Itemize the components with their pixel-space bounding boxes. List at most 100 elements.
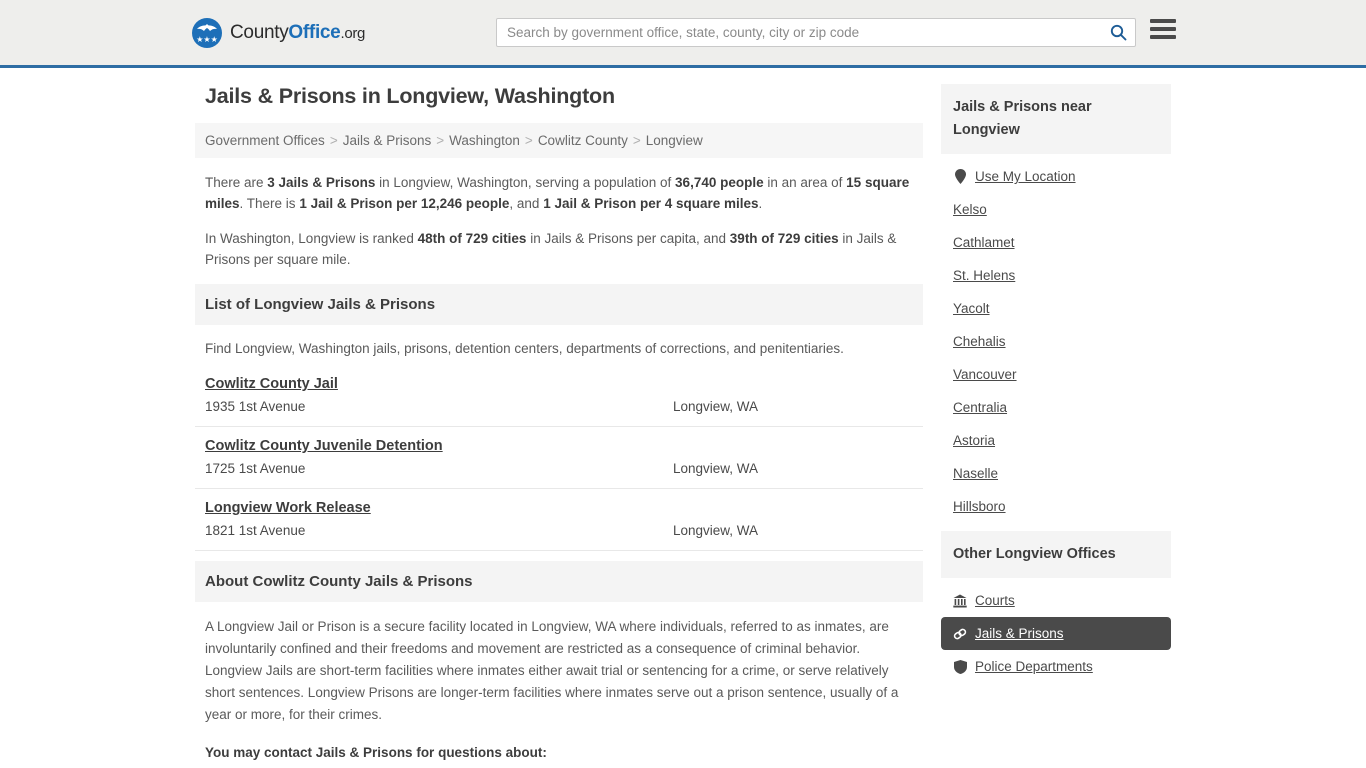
sidebar-item-hillsboro[interactable]: Hillsboro <box>941 490 1171 523</box>
sidebar-item-cathlamet[interactable]: Cathlamet <box>941 226 1171 259</box>
other-office-label[interactable]: Jails & Prisons <box>975 626 1064 641</box>
brand-part-tld: .org <box>340 24 366 42</box>
intro-text: , and <box>509 196 544 211</box>
sidebar-item-jails-prisons[interactable]: Jails & Prisons <box>941 617 1171 650</box>
other-offices-panel: Other Longview Offices Courts Jails & Pr… <box>941 531 1171 683</box>
site-logo[interactable]: ★★★ CountyOffice.org <box>192 17 365 48</box>
nearby-city-label[interactable]: Vancouver <box>953 367 1017 382</box>
page-title: Jails & Prisons in Longview, Washington <box>205 84 615 108</box>
breadcrumb-item-government-offices[interactable]: Government Offices <box>205 133 325 148</box>
intro-text: . There is <box>239 196 300 211</box>
about-contact-heading: You may contact Jails & Prisons for ques… <box>205 745 547 760</box>
other-offices-heading: Other Longview Offices <box>941 531 1171 578</box>
search-button[interactable] <box>1101 19 1135 46</box>
nearby-city-label[interactable]: Cathlamet <box>953 235 1015 250</box>
main-column: Jails & Prisons in Longview, Washington … <box>195 84 923 764</box>
search-input[interactable] <box>497 19 1101 46</box>
nearby-city-label[interactable]: Astoria <box>953 433 995 448</box>
intro-text: There are <box>205 175 268 190</box>
breadcrumb-item-longview[interactable]: Longview <box>646 133 703 148</box>
sidebar-item-police-departments[interactable]: Police Departments <box>941 650 1171 683</box>
nearby-panel: Jails & Prisons near Longview Use My Loc… <box>941 84 1171 523</box>
site-logo-text: CountyOffice.org <box>230 22 365 44</box>
listing-details: 1725 1st Avenue Longview, WA <box>205 461 913 476</box>
sidebar-item-kelso[interactable]: Kelso <box>941 193 1171 226</box>
nearby-list: Use My Location Kelso Cathlamet St. Hele… <box>941 154 1171 523</box>
sidebar-item-courts[interactable]: Courts <box>941 584 1171 617</box>
intro-text: In Washington, Longview is ranked <box>205 231 418 246</box>
sidebar: Jails & Prisons near Longview Use My Loc… <box>941 84 1171 764</box>
hamburger-menu-icon[interactable] <box>1150 19 1176 39</box>
intro-text: in Jails & Prisons per capita, and <box>526 231 730 246</box>
hamburger-bar <box>1150 19 1176 23</box>
nearby-city-label[interactable]: Yacolt <box>953 301 990 316</box>
breadcrumb-separator: > <box>632 133 641 148</box>
list-section-description: Find Longview, Washington jails, prisons… <box>205 341 844 356</box>
stat-rank-area: 39th of 729 cities <box>729 231 839 246</box>
about-paragraph: A Longview Jail or Prison is a secure fa… <box>205 619 899 722</box>
intro-paragraph-2: In Washington, Longview is ranked 48th o… <box>205 228 913 270</box>
handcuffs-icon <box>953 626 967 641</box>
brand-part-office: Office <box>288 21 341 43</box>
listing-address: 1821 1st Avenue <box>205 523 306 538</box>
sidebar-item-use-my-location[interactable]: Use My Location <box>941 160 1171 193</box>
list-section-heading: List of Longview Jails & Prisons <box>195 284 923 325</box>
intro-paragraph-1: There are 3 Jails & Prisons in Longview,… <box>205 172 913 214</box>
stat-per-area: 1 Jail & Prison per 4 square miles <box>543 196 759 211</box>
listing-name-link[interactable]: Cowlitz County Juvenile Detention <box>205 438 443 454</box>
other-offices-list: Courts Jails & Prisons Police Department… <box>941 578 1171 683</box>
sidebar-item-naselle[interactable]: Naselle <box>941 457 1171 490</box>
sidebar-item-yacolt[interactable]: Yacolt <box>941 292 1171 325</box>
nearby-city-label[interactable]: Centralia <box>953 400 1007 415</box>
listing-name-link[interactable]: Longview Work Release <box>205 500 371 516</box>
nearby-city-label[interactable]: Hillsboro <box>953 499 1006 514</box>
other-office-label[interactable]: Courts <box>975 593 1015 608</box>
shield-icon <box>953 659 967 674</box>
use-my-location-label[interactable]: Use My Location <box>975 169 1076 184</box>
intro-stats: There are 3 Jails & Prisons in Longview,… <box>195 172 923 270</box>
listing-address: 1935 1st Avenue <box>205 399 306 414</box>
nearby-city-label[interactable]: Chehalis <box>953 334 1006 349</box>
intro-text: in an area of <box>763 175 847 190</box>
listing-address: 1725 1st Avenue <box>205 461 306 476</box>
listing-name-link[interactable]: Cowlitz County Jail <box>205 376 338 392</box>
eagle-seal-icon: ★★★ <box>192 17 222 48</box>
breadcrumb: Government Offices > Jails & Prisons > Washi… <box>195 123 923 158</box>
hamburger-bar <box>1150 27 1176 31</box>
breadcrumb-separator: > <box>329 133 338 148</box>
sidebar-item-centralia[interactable]: Centralia <box>941 391 1171 424</box>
breadcrumb-separator: > <box>436 133 445 148</box>
list-item[interactable]: Cowlitz County Jail 1935 1st Avenue Long… <box>195 365 923 427</box>
map-pin-icon <box>953 169 967 184</box>
stat-population: 36,740 people <box>675 175 764 190</box>
brand-part-county: County <box>230 21 289 43</box>
breadcrumb-item-jails-prisons[interactable]: Jails & Prisons <box>343 133 432 148</box>
sidebar-item-astoria[interactable]: Astoria <box>941 424 1171 457</box>
sidebar-item-chehalis[interactable]: Chehalis <box>941 325 1171 358</box>
listing-details: 1821 1st Avenue Longview, WA <box>205 523 913 538</box>
sidebar-item-vancouver[interactable]: Vancouver <box>941 358 1171 391</box>
eagle-glyph <box>197 23 217 31</box>
courthouse-icon <box>953 593 967 608</box>
page-container: Jails & Prisons in Longview, Washington … <box>195 68 1171 764</box>
listing-city: Longview, WA <box>673 461 759 476</box>
sidebar-item-st-helens[interactable]: St. Helens <box>941 259 1171 292</box>
nearby-panel-heading: Jails & Prisons near Longview <box>941 84 1171 154</box>
intro-text: in Longview, Washington, serving a popul… <box>375 175 676 190</box>
stars-glyph: ★★★ <box>196 34 218 44</box>
other-office-label[interactable]: Police Departments <box>975 659 1093 674</box>
nearby-city-label[interactable]: Kelso <box>953 202 987 217</box>
stat-rank-capita: 48th of 729 cities <box>417 231 527 246</box>
search-icon <box>1110 24 1126 41</box>
stat-per-people: 1 Jail & Prison per 12,246 people <box>299 196 510 211</box>
breadcrumb-item-cowlitz-county[interactable]: Cowlitz County <box>538 133 628 148</box>
nearby-city-label[interactable]: St. Helens <box>953 268 1015 283</box>
listings-container: Cowlitz County Jail 1935 1st Avenue Long… <box>195 365 923 551</box>
list-item[interactable]: Longview Work Release 1821 1st Avenue Lo… <box>195 489 923 551</box>
nearby-city-label[interactable]: Naselle <box>953 466 998 481</box>
list-item[interactable]: Cowlitz County Juvenile Detention 1725 1… <box>195 427 923 489</box>
search-bar[interactable] <box>496 18 1136 47</box>
about-section-body: A Longview Jail or Prison is a secure fa… <box>195 602 923 764</box>
intro-text: . <box>758 196 763 211</box>
breadcrumb-item-washington[interactable]: Washington <box>449 133 520 148</box>
